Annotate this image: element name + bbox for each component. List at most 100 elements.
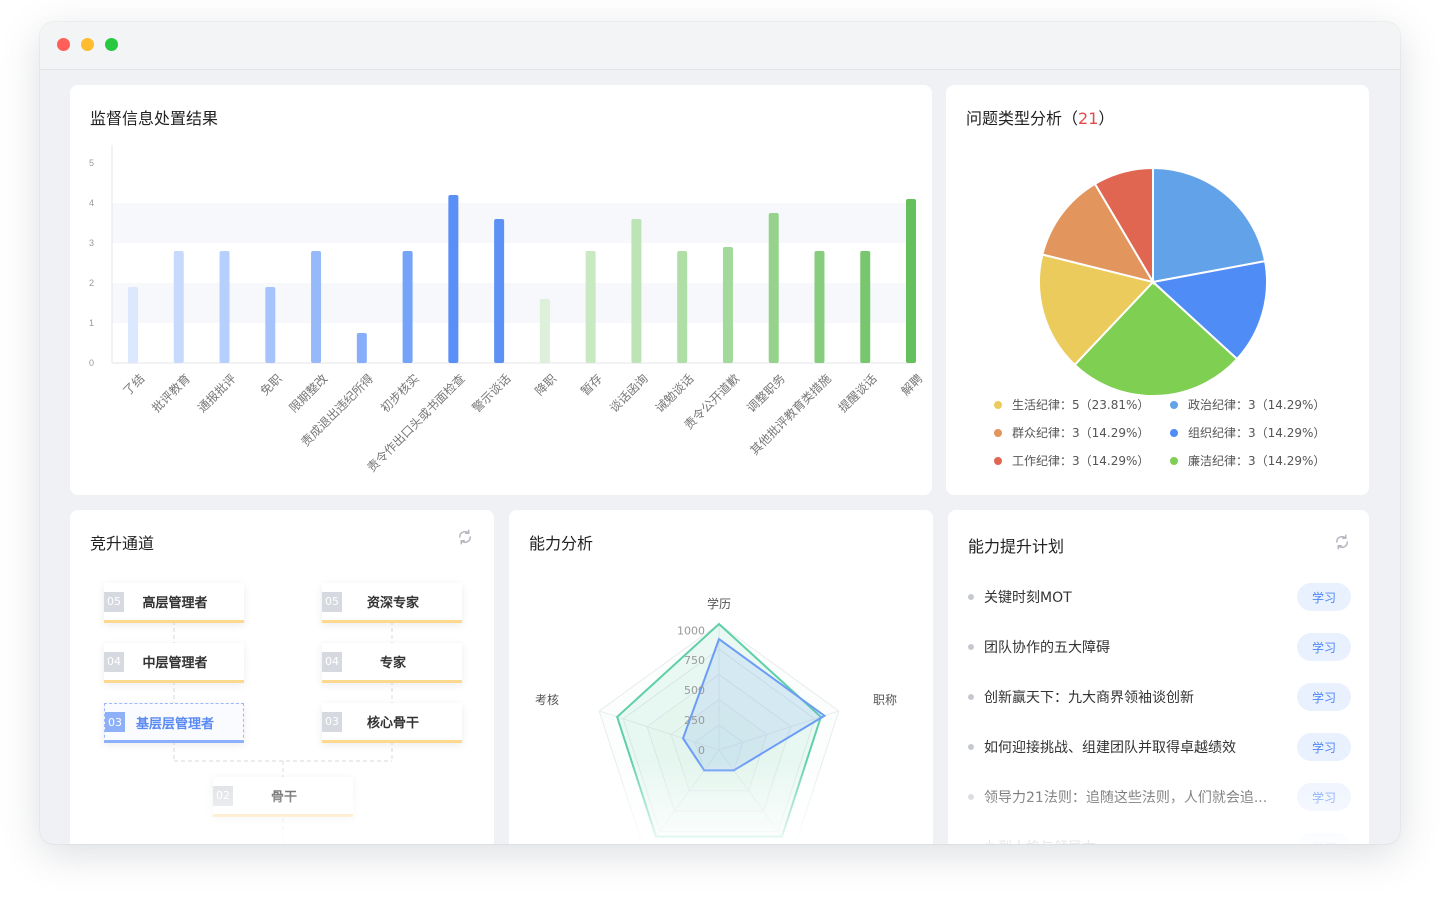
y-tick-label: 3 (89, 238, 94, 248)
node-level-number: 04 (322, 651, 342, 672)
x-tick-label: 通报批评 (194, 371, 239, 416)
y-tick-label: 4 (89, 198, 94, 208)
x-tick-label: 提醒谈话 (835, 371, 880, 416)
legend-label: 廉洁纪律：3（14.29%） (1188, 454, 1326, 468)
promotion-node[interactable]: 04 专家 (322, 643, 462, 683)
refresh-icon[interactable] (1333, 533, 1351, 551)
bar[interactable] (631, 219, 642, 363)
issues-title: 问题类型分析（21） (966, 105, 1114, 129)
bar[interactable] (402, 251, 413, 363)
promotion-node[interactable]: 04 中层管理者 (104, 643, 244, 683)
plan-item-title[interactable]: 领导力21法则：追随这些法则，人们就会追... (984, 787, 1297, 807)
bar[interactable] (265, 287, 276, 363)
y-tick-label: 1 (89, 318, 94, 328)
promotion-node[interactable]: 03 基层层管理者 (104, 703, 244, 743)
bar[interactable] (722, 247, 733, 363)
learn-button[interactable]: 学习 (1297, 633, 1351, 661)
plan-item-title[interactable]: 如何迎接挑战、组建团队并取得卓越绩效 (984, 737, 1297, 757)
radar-tick-label: 500 (684, 684, 705, 697)
bullet-icon (968, 694, 974, 700)
plan-title: 能力提升计划 (968, 537, 1065, 556)
bar[interactable] (814, 251, 825, 363)
legend-label: 群众纪律：3（14.29%） (1012, 426, 1150, 440)
legend-item[interactable]: 工作纪律：3（14.29%） (994, 452, 1170, 469)
plan-item-title[interactable]: 九型人格与领导力 (984, 837, 1297, 844)
learn-button[interactable]: 学习 (1297, 683, 1351, 711)
issues-card: 问题类型分析（21） 生活纪律：5（23.81%） 政治纪律：3（14.29%） 群… (946, 85, 1369, 495)
plan-item: 团队协作的五大障碍 学习 (968, 622, 1351, 672)
bullet-icon (968, 794, 974, 800)
x-tick-label: 解聘 (898, 371, 925, 398)
bullet-icon (968, 644, 974, 650)
close-window-button[interactable] (57, 38, 70, 51)
minimize-window-button[interactable] (81, 38, 94, 51)
x-tick-label: 免职 (257, 371, 285, 399)
x-tick-label: 谈话函询 (607, 371, 651, 415)
legend-dot (1170, 400, 1178, 409)
radar-indicator-label: 学历 (707, 596, 731, 611)
x-tick-label: 批评教育 (149, 371, 194, 416)
legend-dot (994, 428, 1002, 437)
node-label: 资深专家 (366, 596, 419, 611)
legend-dot (1170, 456, 1178, 465)
app-window: 监督信息处置结果 0 1 2 3 4 5 了结 批评教育 通报批评 免职 限期整改 责成退出违纪所得初… (40, 22, 1400, 844)
plan-item-title[interactable]: 团队协作的五大障碍 (984, 637, 1297, 657)
grid-band (112, 203, 912, 243)
learn-button[interactable]: 学习 (1297, 583, 1351, 611)
supervision-bar-chart: 012345了结 批评教育 通报批评 免职 限期整改责成退出违纪所得 初步核实责令作出口头… (89, 145, 925, 475)
promotion-card: 竞升通道 05 高层管理者 05 资深专家 04 中层管理者 04 专家 03 基层层管理者 03 核… (70, 510, 494, 844)
plan-item: 九型人格与领导力学习 (968, 822, 1351, 844)
x-tick-label: 降职 (532, 371, 559, 398)
plan-item-title[interactable]: 创新赢天下：九大商界领袖谈创新 (984, 687, 1297, 707)
x-tick-label: 警示谈话 (469, 371, 514, 416)
bar[interactable] (677, 251, 688, 363)
x-tick-label: 暂存 (578, 371, 605, 398)
radar-indicator-label: 职称 (873, 693, 897, 707)
bar[interactable] (173, 251, 184, 363)
node-level-number: 05 (104, 591, 124, 612)
supervision-card: 监督信息处置结果 0 1 2 3 4 5 了结 批评教育 通报批评 免职 限期整改 责成退出违纪所得初… (70, 85, 932, 495)
y-tick-label: 5 (89, 158, 94, 168)
bar[interactable] (585, 251, 596, 363)
bar[interactable] (494, 219, 505, 363)
maximize-window-button[interactable] (105, 38, 118, 51)
promotion-node[interactable]: 03 核心骨干 (322, 703, 462, 743)
y-tick-label: 2 (89, 278, 94, 288)
plan-list: 关键时刻MOT 学习 团队协作的五大障碍 学习 创新赢天下：九大商界领袖谈创新 学习 如何迎… (968, 572, 1351, 844)
bullet-icon (968, 594, 974, 600)
bar[interactable] (219, 251, 230, 363)
legend-item[interactable]: 生活纪律：5（23.81%） (994, 396, 1170, 413)
legend-label: 工作纪律：3（14.29%） (1012, 454, 1150, 468)
learn-button[interactable]: 学习 (1297, 733, 1351, 761)
bar[interactable] (448, 195, 459, 363)
legend-item[interactable]: 群众纪律：3（14.29%） (994, 424, 1170, 441)
promotion-node[interactable]: 05 资深专家 (322, 583, 462, 623)
promotion-node[interactable]: 02 骨干 (213, 777, 353, 817)
node-label: 中层管理者 (142, 656, 208, 671)
legend-label: 政治纪律：3（14.29%） (1188, 398, 1326, 412)
plan-item: 如何迎接挑战、组建团队并取得卓越绩效 学习 (968, 722, 1351, 772)
x-tick-label: 限期整改 (286, 371, 331, 416)
x-tick-label: 诫勉谈话 (652, 371, 697, 416)
bar[interactable] (906, 199, 916, 363)
plan-item-title[interactable]: 关键时刻MOT (984, 587, 1297, 607)
node-label: 核心骨干 (366, 716, 419, 731)
bar[interactable] (768, 213, 779, 363)
bar[interactable] (539, 299, 550, 363)
bar[interactable] (128, 287, 138, 363)
promotion-node[interactable]: 05 高层管理者 (104, 583, 244, 623)
learn-button[interactable]: 学习 (1297, 783, 1351, 811)
legend-item[interactable]: 廉洁纪律：3（14.29%） (1170, 452, 1346, 469)
x-tick-label: 了结 (120, 371, 147, 398)
legend-dot (994, 456, 1002, 465)
plan-card: 能力提升计划 关键时刻MOT 学习 团队协作的五大障碍 学习 创新赢天下：九大商界领袖谈… (948, 510, 1369, 844)
legend-item[interactable]: 政治纪律：3（14.29%） (1170, 396, 1346, 413)
node-level-number: 04 (104, 651, 124, 672)
bar[interactable] (860, 251, 871, 363)
bar[interactable] (356, 333, 367, 363)
legend-item[interactable]: 组织纪律：3（14.29%） (1170, 424, 1346, 441)
node-label: 基层层管理者 (135, 716, 214, 732)
bar[interactable] (311, 251, 322, 363)
learn-button[interactable]: 学习 (1297, 833, 1351, 844)
node-label: 高层管理者 (142, 596, 208, 611)
